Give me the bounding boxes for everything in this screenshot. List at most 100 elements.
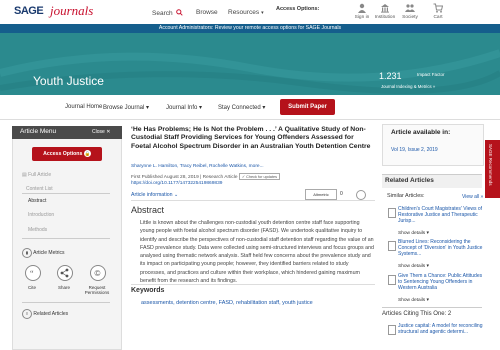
show-details-1[interactable]: Show details ▾ [398, 231, 429, 236]
institution-button[interactable]: Institution [371, 3, 399, 20]
citing-article-1[interactable]: Justice capital: A model for reconciling… [398, 323, 483, 336]
request-permissions-label: Request Permissions [84, 285, 110, 295]
related-article-3[interactable]: Give Them a Chance: Public Attitudes to … [398, 273, 483, 291]
divider [131, 200, 375, 201]
related-articles-label: Related Articles [33, 311, 69, 317]
nav-journal-info[interactable]: Journal Info ▾ [166, 104, 202, 111]
related-article-1[interactable]: Children's Court Magistrates' Views of R… [398, 206, 483, 224]
sign-in-label: Sign in [354, 15, 370, 20]
quote-icon: “ [30, 269, 34, 278]
divider [382, 307, 482, 308]
article-title: ‘He Has Problems; He Is Not the Problem … [131, 126, 371, 150]
cite-button[interactable]: “ [25, 265, 41, 281]
sage-logo[interactable]: SAGE [14, 5, 44, 17]
article-menu-title: Article Menu [20, 128, 57, 135]
chevron-down-icon: ▾ [199, 105, 203, 111]
related-articles-link[interactable]: ≡ Related Articles [22, 309, 68, 319]
person-icon [358, 3, 366, 13]
sage-recommends-label: SAGE Recommends [488, 144, 493, 186]
related-icon: ≡ [22, 309, 32, 319]
nav-browse-journal-label: Browse Journal [103, 105, 145, 111]
toc-introduction[interactable]: Introduction [28, 212, 54, 218]
publication-info-text: First Published August 28, 2019 | Resear… [131, 175, 238, 180]
document-icon [388, 325, 396, 335]
nav-browse[interactable]: Browse [196, 9, 218, 16]
article-information-label: Article information [131, 192, 173, 198]
metrics-icon: ▮ [22, 248, 32, 258]
chevron-down-icon: ▾ [261, 10, 264, 16]
toc-abstract[interactable]: Abstract [28, 198, 46, 204]
cart-icon [433, 3, 443, 13]
related-articles-heading: Related Articles [385, 177, 434, 184]
nav-resources-label: Resources [228, 9, 260, 16]
check-updates-badge[interactable]: ✓ Check for updates [238, 173, 280, 180]
close-icon: ✕ [106, 129, 111, 135]
chevron-down-icon: ▾ [146, 105, 150, 111]
institution-icon [381, 4, 389, 13]
keywords-heading: Keywords [131, 287, 165, 294]
divider [131, 284, 375, 285]
svg-text:©: © [95, 269, 101, 278]
admin-banner[interactable]: Account Administrators: Review your remo… [0, 24, 500, 33]
copyright-icon: © [95, 269, 101, 278]
cite-count-icon[interactable] [356, 190, 366, 200]
close-label: Close [92, 129, 105, 135]
lock-icon: 🔒 [83, 150, 91, 157]
show-details-3[interactable]: Show details ▾ [398, 298, 429, 303]
available-in-label: Article available in: [391, 129, 451, 136]
show-details-2[interactable]: Show details ▾ [398, 264, 429, 269]
article-metrics-label: Article Metrics [33, 250, 65, 256]
chevron-down-icon: ▾ [262, 105, 266, 111]
journal-title[interactable]: Youth Justice [33, 74, 104, 88]
request-permissions-button[interactable]: © [90, 265, 106, 281]
nav-stay-connected[interactable]: Stay Connected ▾ [218, 104, 265, 111]
document-icon [388, 208, 396, 218]
abstract-text: Little is known about the challenges non… [140, 220, 374, 285]
volume-link[interactable]: Vol 19, Issue 2, 2019 [391, 147, 438, 153]
access-options-label: Access Options: [276, 6, 320, 12]
full-article-link[interactable]: ▤ Full Article [22, 172, 51, 178]
divider [22, 302, 110, 303]
related-article-2[interactable]: Blurred Lines: Reconsidering the Concept… [398, 239, 483, 257]
share-label: Share [57, 285, 70, 290]
society-icon [405, 4, 415, 12]
chevron-down-icon: ⌄ [173, 192, 179, 198]
divider [22, 238, 110, 239]
full-article-label: Full Article [28, 172, 52, 178]
journal-metrics-link[interactable]: Journal Indexing & Metrics » [381, 84, 435, 89]
journals-logo[interactable]: journals [50, 3, 93, 19]
impact-factor-label: Impact Factor [417, 72, 445, 77]
share-button[interactable] [57, 265, 73, 281]
nav-browse-journal[interactable]: Browse Journal ▾ [103, 104, 149, 111]
altmetric-badge[interactable]: Altmetric [305, 189, 337, 200]
nav-search[interactable]: Search [152, 9, 184, 17]
nav-stay-connected-label: Stay Connected [218, 105, 261, 111]
document-icon: ▤ [22, 172, 27, 178]
toc-methods[interactable]: Methods [28, 227, 47, 233]
keywords-list[interactable]: assessments, detention centre, FASD, reh… [141, 300, 313, 306]
nav-journal-home[interactable]: Journal Home [65, 104, 102, 110]
publication-info: First Published August 28, 2019 | Resear… [131, 173, 280, 180]
nav-resources[interactable]: Resources ▾ [228, 9, 264, 16]
access-options-button[interactable]: Access Options 🔒 [32, 147, 102, 161]
share-icon [60, 268, 69, 278]
svg-text:“: “ [30, 269, 34, 278]
society-button[interactable]: Society [396, 3, 424, 20]
article-metrics-link[interactable]: ▮ Article Metrics [22, 248, 65, 258]
search-icon [176, 9, 184, 16]
article-menu-close[interactable]: Close ✕ [92, 129, 110, 135]
divider [22, 193, 110, 194]
doi-link[interactable]: https://doi.org/10.1177/1473225419869839 [131, 181, 222, 186]
impact-factor-value: 1.231 [379, 71, 402, 81]
article-authors[interactable]: Sharynne L. Hamilton, Tracy Reibel, Roch… [131, 164, 264, 169]
nav-search-label: Search [152, 10, 173, 17]
cart-button[interactable]: Cart [424, 3, 452, 20]
document-icon [388, 241, 396, 251]
altmetric-score: 0 [340, 191, 343, 197]
view-all-link[interactable]: View all » [462, 194, 483, 200]
institution-label: Institution [374, 15, 396, 20]
nav-journal-info-label: Journal Info [166, 105, 198, 111]
similar-articles-label: Similar Articles: [387, 193, 425, 199]
article-information-link[interactable]: Article information ⌄ [131, 192, 178, 198]
submit-paper-button[interactable]: Submit Paper [280, 99, 335, 115]
